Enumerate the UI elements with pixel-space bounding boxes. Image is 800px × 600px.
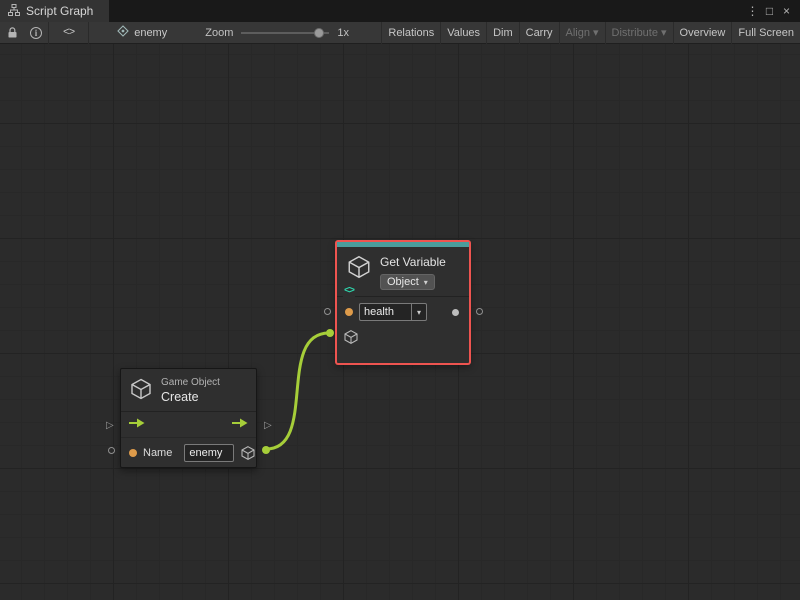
object-input-row xyxy=(337,327,469,349)
chevron-down-icon: ▾ xyxy=(593,26,599,39)
chevron-down-icon: ▾ xyxy=(417,308,421,317)
name-parameter-row: Name xyxy=(121,438,256,468)
node-subtitle: Game Object xyxy=(161,377,220,388)
zoom-slider[interactable] xyxy=(241,22,329,44)
variable-name-row: ▾ xyxy=(337,297,469,327)
button-label: Relations xyxy=(388,27,434,39)
chevron-down-icon: ▾ xyxy=(661,26,667,39)
align-button[interactable]: Align ▾ xyxy=(559,22,605,44)
variable-name-picker[interactable]: ▾ xyxy=(411,303,427,321)
tab-script-graph[interactable]: Script Graph xyxy=(0,0,109,22)
script-graph-asset-icon xyxy=(117,25,129,40)
variable-scope-dropdown[interactable]: Object ▾ xyxy=(380,274,435,290)
graph-name: enemy xyxy=(134,27,167,39)
zoom-slider-knob[interactable] xyxy=(314,28,324,38)
left-outer-port[interactable] xyxy=(324,308,331,315)
gameobject-cube-icon xyxy=(129,377,153,404)
overview-button[interactable]: Overview xyxy=(673,22,732,44)
variable-cube-icon: <> xyxy=(346,254,372,296)
node-get-variable[interactable]: <> Get Variable Object ▾ ▾ xyxy=(336,241,470,364)
value-outer-port[interactable] xyxy=(476,308,483,315)
fullscreen-button[interactable]: Full Screen xyxy=(731,22,800,44)
node-create-gameobject[interactable]: Game Object Create Name xyxy=(120,368,257,468)
object-input-connected-port[interactable] xyxy=(326,329,334,337)
maximize-icon[interactable]: □ xyxy=(761,0,778,22)
flow-out-arrow-icon[interactable] xyxy=(232,418,248,431)
node-header: Game Object Create xyxy=(121,369,256,411)
name-label: Name xyxy=(143,447,172,459)
titlebar: Script Graph ⋮ □ × xyxy=(0,0,800,22)
flow-out-outer-port[interactable]: ▷ xyxy=(264,421,272,431)
value-output-port[interactable] xyxy=(452,309,459,316)
dim-button[interactable]: Dim xyxy=(486,22,519,44)
values-button[interactable]: Values xyxy=(440,22,486,44)
graph-canvas[interactable]: <> Get Variable Object ▾ ▾ xyxy=(0,44,800,600)
button-label: Full Screen xyxy=(738,27,794,39)
lock-icon[interactable] xyxy=(0,22,24,44)
variable-name-field-group: ▾ xyxy=(359,303,427,321)
control-flow-row xyxy=(121,412,256,438)
button-label: Dim xyxy=(493,27,513,39)
variable-name-input[interactable] xyxy=(359,303,411,321)
toolbar-separator xyxy=(88,22,89,44)
script-graph-icon xyxy=(8,4,20,19)
gameobject-output-connected-port[interactable] xyxy=(262,446,270,454)
menu-icon[interactable]: ⋮ xyxy=(744,0,761,22)
name-input[interactable] xyxy=(184,444,234,462)
button-label: Distribute xyxy=(612,27,658,39)
info-icon[interactable]: i xyxy=(24,22,48,44)
toolbar-right-group: Relations Values Dim Carry Align ▾ Distr… xyxy=(381,22,800,44)
toolbar: i <> enemy Zoom 1x Relations Values Dim … xyxy=(0,22,800,44)
relations-button[interactable]: Relations xyxy=(381,22,440,44)
tab-title: Script Graph xyxy=(26,4,93,18)
name-input-port[interactable] xyxy=(345,308,353,316)
distribute-button[interactable]: Distribute ▾ xyxy=(605,22,673,44)
zoom-label: Zoom xyxy=(205,27,233,39)
flow-in-outer-port[interactable]: ▷ xyxy=(106,421,114,431)
code-overlay-icon: <> xyxy=(343,286,355,297)
node-title: Get Variable xyxy=(380,255,446,269)
gameobject-cube-icon xyxy=(343,329,359,348)
node-title: Create xyxy=(161,390,220,404)
window-controls: ⋮ □ × xyxy=(744,0,800,22)
name-outer-port[interactable] xyxy=(108,447,115,454)
graph-breadcrumb[interactable]: enemy xyxy=(111,22,173,44)
flow-in-arrow-icon[interactable] xyxy=(129,418,145,431)
scope-value: Object xyxy=(387,276,419,288)
edit-code-icon[interactable]: <> xyxy=(49,22,88,44)
button-label: Values xyxy=(447,27,480,39)
gameobject-output-icon xyxy=(240,445,256,461)
button-label: Carry xyxy=(526,27,553,39)
connection-wire[interactable] xyxy=(266,333,329,449)
name-input-port[interactable] xyxy=(129,449,137,457)
carry-button[interactable]: Carry xyxy=(519,22,559,44)
zoom-value: 1x xyxy=(337,27,349,39)
button-label: Overview xyxy=(680,27,726,39)
node-header: <> Get Variable Object ▾ xyxy=(337,247,469,296)
button-label: Align xyxy=(566,27,590,39)
close-icon[interactable]: × xyxy=(778,0,795,22)
chevron-down-icon: ▾ xyxy=(424,278,428,287)
